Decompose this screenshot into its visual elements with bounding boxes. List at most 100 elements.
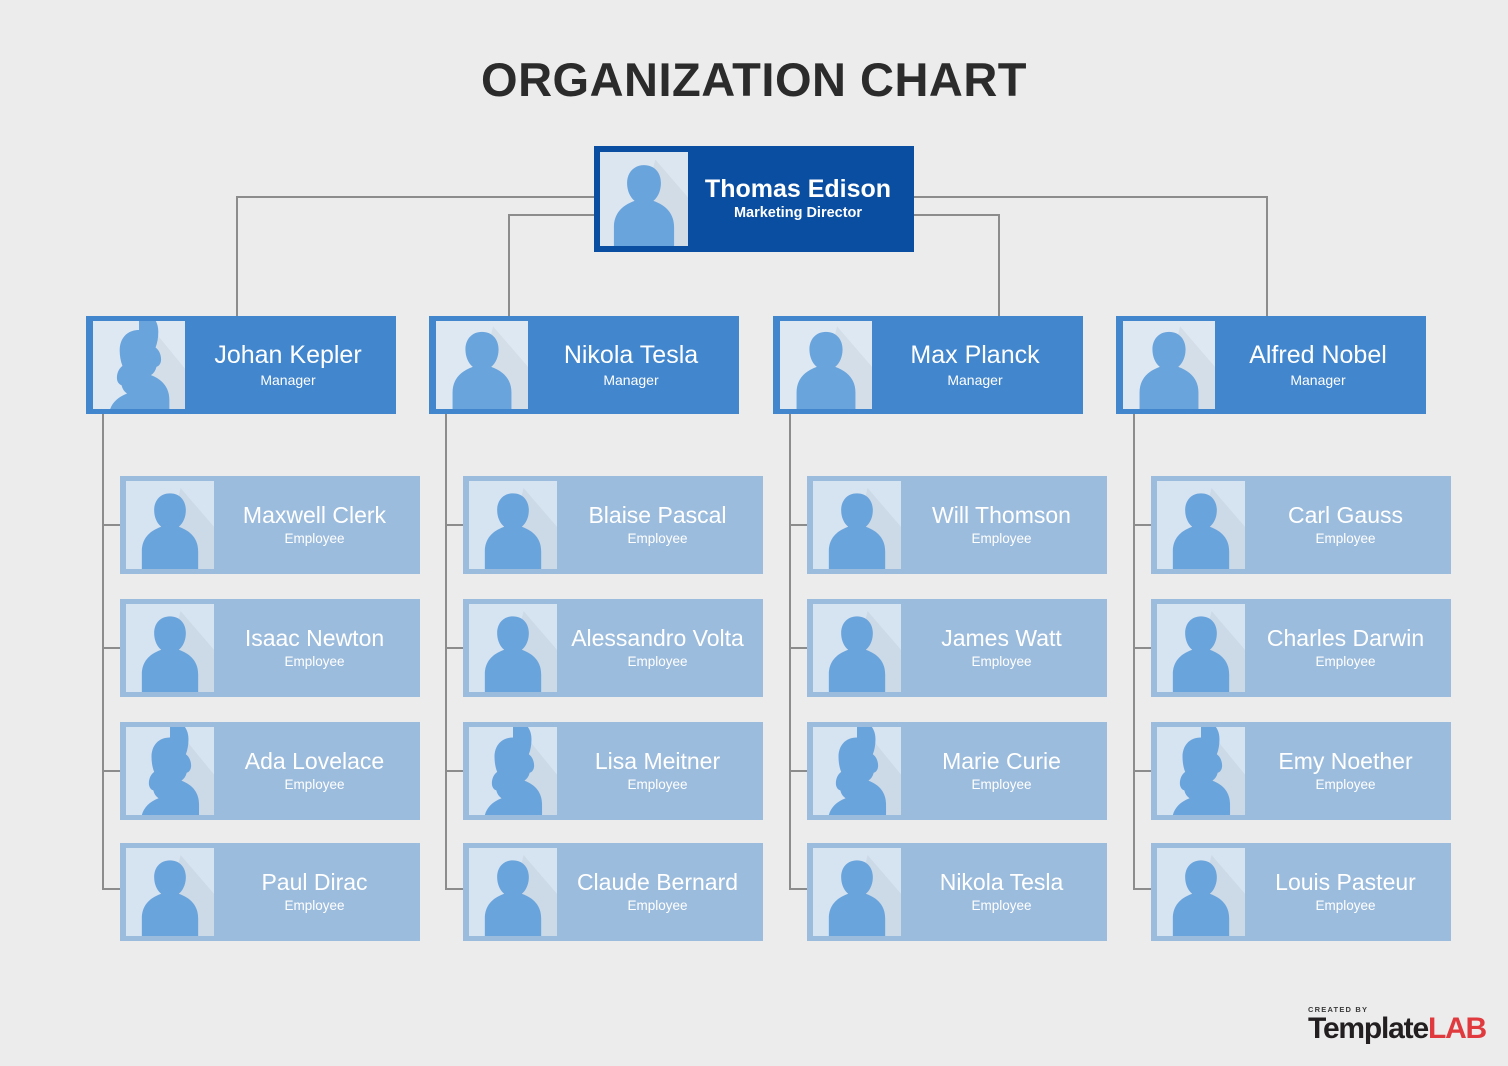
employee-name: Nikola Tesla <box>939 869 1064 895</box>
connector-branch2-stub-2 <box>445 647 463 649</box>
node-employee-1-4[interactable]: Paul Dirac Employee <box>120 843 420 941</box>
connector-branch2-stub-4 <box>445 888 463 890</box>
org-chart-canvas: ORGANIZATION CHART Thomas Edison Marketi… <box>0 0 1508 1066</box>
logo-wordmark: TemplateLAB <box>1308 1012 1487 1045</box>
node-employee-1-3[interactable]: Ada Lovelace Employee <box>120 722 420 820</box>
employee-name: James Watt <box>941 625 1062 651</box>
node-manager-2[interactable]: Nikola Tesla Manager <box>429 316 739 414</box>
connector-director-right-v <box>1266 196 1268 318</box>
employee-labels: Emy Noether Employee <box>1245 749 1446 793</box>
employee-role: Employee <box>284 777 345 793</box>
node-employee-4-3[interactable]: Emy Noether Employee <box>1151 722 1451 820</box>
male-avatar-icon <box>1157 604 1245 692</box>
connector-branch4-stub-2 <box>1133 647 1151 649</box>
employee-name: Charles Darwin <box>1266 625 1425 651</box>
node-employee-1-1[interactable]: Maxwell Clerk Employee <box>120 476 420 574</box>
female-avatar-icon <box>93 321 185 409</box>
manager-labels: Nikola Tesla Manager <box>528 342 734 389</box>
employee-name: Marie Curie <box>942 748 1061 774</box>
male-avatar-icon <box>126 848 214 936</box>
male-avatar-icon <box>600 152 688 246</box>
node-manager-1[interactable]: Johan Kepler Manager <box>86 316 396 414</box>
director-role: Marketing Director <box>733 205 863 222</box>
female-avatar-icon <box>126 727 214 815</box>
employee-name: Lisa Meitner <box>594 748 721 774</box>
employee-role: Employee <box>627 654 688 670</box>
node-employee-1-2[interactable]: Isaac Newton Employee <box>120 599 420 697</box>
employee-role: Employee <box>284 898 345 914</box>
employee-name: Carl Gauss <box>1287 502 1404 528</box>
employee-role: Employee <box>284 531 345 547</box>
employee-name: Emy Noether <box>1278 748 1413 774</box>
node-employee-2-3[interactable]: Lisa Meitner Employee <box>463 722 763 820</box>
manager-labels: Alfred Nobel Manager <box>1215 342 1421 389</box>
templatelab-logo: CREATED BY TemplateLAB <box>1308 1005 1487 1045</box>
employee-role: Employee <box>284 654 345 670</box>
node-director[interactable]: Thomas Edison Marketing Director <box>594 146 914 252</box>
manager-labels: Max Planck Manager <box>872 342 1078 389</box>
male-avatar-icon <box>469 481 557 569</box>
employee-role: Employee <box>627 777 688 793</box>
node-employee-4-4[interactable]: Louis Pasteur Employee <box>1151 843 1451 941</box>
employee-role: Employee <box>971 531 1032 547</box>
connector-branch2-stub-1 <box>445 524 463 526</box>
male-avatar-icon <box>813 481 901 569</box>
male-avatar-icon <box>1123 321 1215 409</box>
node-employee-2-4[interactable]: Claude Bernard Employee <box>463 843 763 941</box>
employee-labels: Will Thomson Employee <box>901 503 1102 547</box>
employee-labels: Claude Bernard Employee <box>557 870 758 914</box>
employee-name: Isaac Newton <box>244 625 385 651</box>
employee-labels: Blaise Pascal Employee <box>557 503 758 547</box>
employee-labels: Paul Dirac Employee <box>214 870 415 914</box>
node-employee-3-2[interactable]: James Watt Employee <box>807 599 1107 697</box>
connector-branch3-stub-4 <box>789 888 807 890</box>
male-avatar-icon <box>1157 481 1245 569</box>
male-avatar-icon <box>126 604 214 692</box>
node-manager-3[interactable]: Max Planck Manager <box>773 316 1083 414</box>
logo-lab-text: LAB <box>1427 1012 1487 1045</box>
connector-manager2-v <box>508 214 510 318</box>
manager-labels: Johan Kepler Manager <box>185 342 391 389</box>
male-avatar-icon <box>469 848 557 936</box>
manager-name: Nikola Tesla <box>563 341 699 369</box>
male-avatar-icon <box>813 604 901 692</box>
node-manager-4[interactable]: Alfred Nobel Manager <box>1116 316 1426 414</box>
connector-director-left-v <box>236 196 238 318</box>
director-labels: Thomas Edison Marketing Director <box>688 176 908 222</box>
employee-labels: Carl Gauss Employee <box>1245 503 1446 547</box>
male-avatar-icon <box>813 848 901 936</box>
connector-branch4-stub-1 <box>1133 524 1151 526</box>
connector-branch1-stub-3 <box>102 770 120 772</box>
employee-labels: Maxwell Clerk Employee <box>214 503 415 547</box>
employee-role: Employee <box>627 531 688 547</box>
employee-name: Alessandro Volta <box>571 625 744 651</box>
manager-role: Manager <box>260 372 316 389</box>
employee-labels: Nikola Tesla Employee <box>901 870 1102 914</box>
male-avatar-icon <box>469 604 557 692</box>
employee-role: Employee <box>971 777 1032 793</box>
connector-branch4-stub-3 <box>1133 770 1151 772</box>
connector-branch4-trunk <box>1133 412 1135 888</box>
connector-branch1-stub-4 <box>102 888 120 890</box>
employee-role: Employee <box>1315 654 1376 670</box>
connector-branch1-stub-2 <box>102 647 120 649</box>
employee-name: Claude Bernard <box>576 869 739 895</box>
connector-branch2-trunk <box>445 412 447 888</box>
node-employee-2-1[interactable]: Blaise Pascal Employee <box>463 476 763 574</box>
node-employee-4-1[interactable]: Carl Gauss Employee <box>1151 476 1451 574</box>
node-employee-3-3[interactable]: Marie Curie Employee <box>807 722 1107 820</box>
employee-labels: James Watt Employee <box>901 626 1102 670</box>
employee-role: Employee <box>971 898 1032 914</box>
employee-labels: Alessandro Volta Employee <box>557 626 758 670</box>
node-employee-3-4[interactable]: Nikola Tesla Employee <box>807 843 1107 941</box>
node-employee-4-2[interactable]: Charles Darwin Employee <box>1151 599 1451 697</box>
employee-role: Employee <box>971 654 1032 670</box>
connector-branch4-stub-4 <box>1133 888 1151 890</box>
node-employee-3-1[interactable]: Will Thomson Employee <box>807 476 1107 574</box>
employee-labels: Ada Lovelace Employee <box>214 749 415 793</box>
page-title: ORGANIZATION CHART <box>481 53 1027 106</box>
female-avatar-icon <box>1157 727 1245 815</box>
employee-role: Employee <box>1315 898 1376 914</box>
male-avatar-icon <box>1157 848 1245 936</box>
node-employee-2-2[interactable]: Alessandro Volta Employee <box>463 599 763 697</box>
